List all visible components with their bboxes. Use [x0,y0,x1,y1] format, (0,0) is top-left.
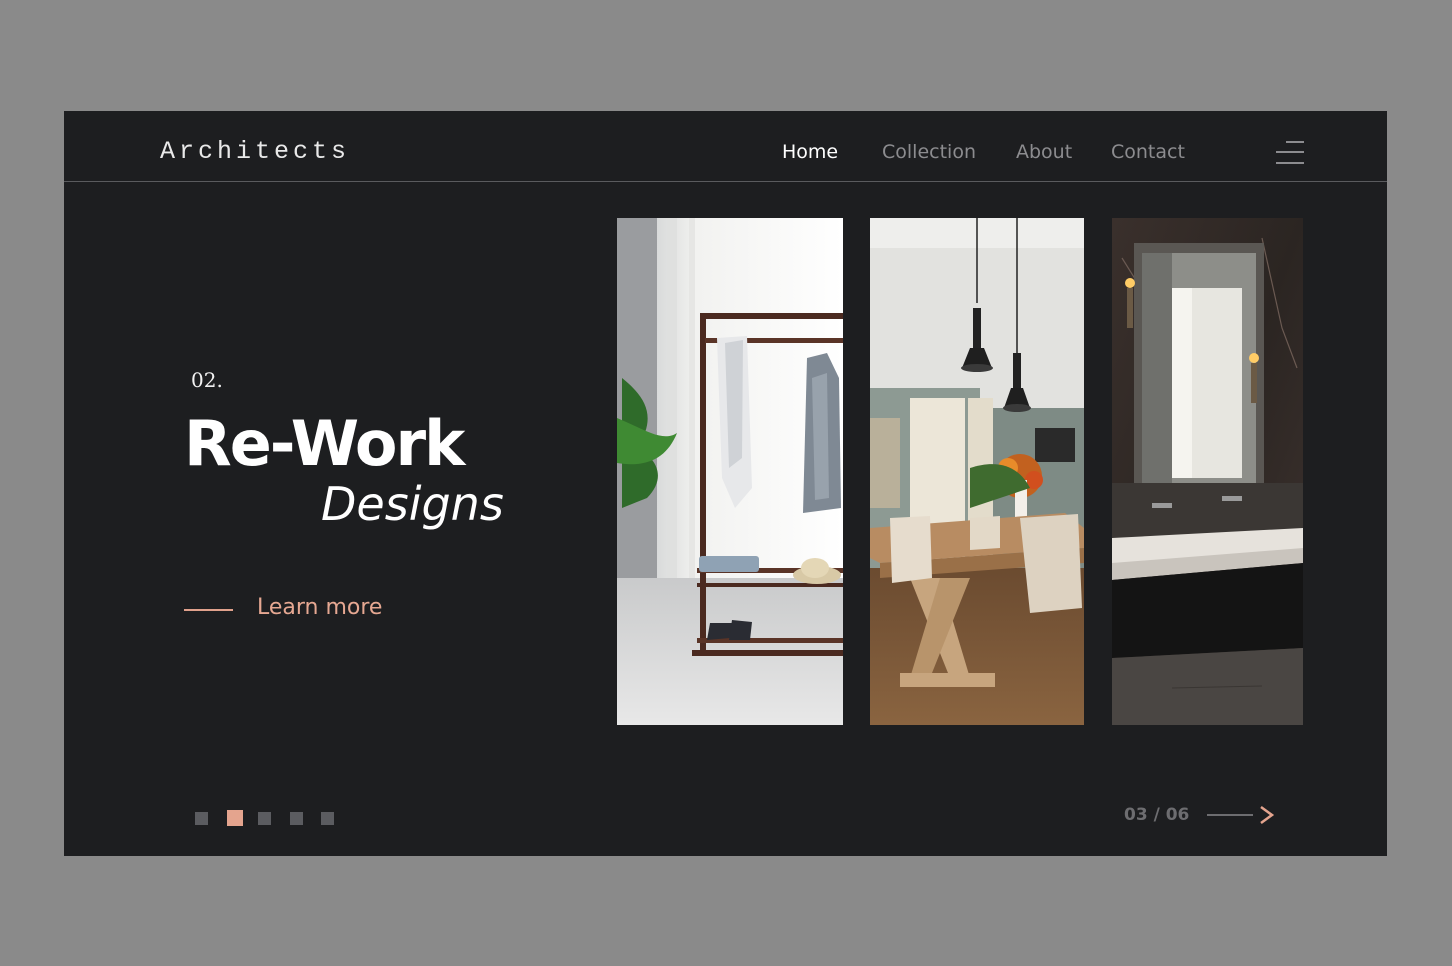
clothes-rack-photo[interactable] [617,218,843,725]
slide-dot-3[interactable] [258,812,271,825]
nav-item-contact[interactable]: Contact [1111,141,1185,163]
arrow-right-icon[interactable] [1205,803,1277,825]
top-navigation-bar: Architects Home Collection About Contact [64,111,1387,182]
hero-title: Re-Work [184,407,465,480]
page-frame: Architects Home Collection About Contact… [64,111,1387,856]
slide-dot-1[interactable] [195,812,208,825]
hero-subtitle: Designs [321,477,504,531]
learn-more-label: Learn more [257,595,383,620]
hamburger-menu-icon[interactable] [1274,141,1304,167]
nav-item-home[interactable]: Home [782,141,838,163]
nav-item-collection[interactable]: Collection [882,141,976,163]
dining-room-photo[interactable] [870,218,1084,725]
main-nav: Home Collection About Contact [64,141,1387,171]
slide-dot-5[interactable] [321,812,334,825]
slide-dot-4[interactable] [290,812,303,825]
slide-dot-2[interactable] [227,810,243,826]
bathroom-vanity-photo[interactable] [1112,218,1303,725]
slide-number: 02. [191,368,223,392]
nav-item-about[interactable]: About [1016,141,1072,163]
learn-more-line [184,609,233,611]
slide-counter: 03 / 06 [1124,805,1190,825]
